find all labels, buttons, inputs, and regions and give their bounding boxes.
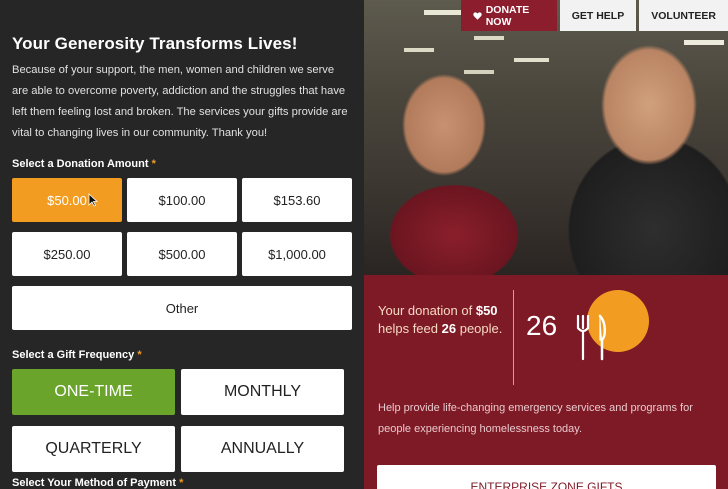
donate-now-button[interactable]: DONATE NOW — [460, 0, 557, 31]
help-description: Help provide life-changing emergency ser… — [378, 402, 693, 435]
page-title: Your Generosity Transforms Lives! — [12, 34, 298, 53]
volunteer-link[interactable]: VOLUNTEER — [639, 0, 728, 31]
frequency-annually[interactable]: ANNUALLY — [181, 426, 344, 472]
amount-option-other[interactable]: Other — [12, 286, 352, 330]
amount-option-153-60[interactable]: $153.60 — [242, 178, 352, 222]
frequency-quarterly[interactable]: QUARTERLY — [12, 426, 175, 472]
fork-knife-icon — [576, 314, 606, 361]
gift-frequency-label: Select a Gift Frequency * — [12, 349, 142, 361]
get-help-link[interactable]: GET HELP — [559, 0, 637, 31]
mouse-cursor-icon — [88, 193, 98, 207]
amount-option-50[interactable]: $50.00 — [12, 178, 122, 222]
donation-amount-label: Select a Donation Amount * — [12, 158, 156, 170]
enterprise-zone-gifts-button[interactable]: ENTERPRISE ZONE GIFTS — [377, 465, 716, 489]
impact-divider — [513, 290, 514, 385]
amount-option-1000[interactable]: $1,000.00 — [242, 232, 352, 276]
intro-paragraph: Because of your support, the men, women … — [12, 64, 348, 139]
top-navigation: DONATE NOW GET HELP VOLUNTEER — [460, 0, 728, 31]
frequency-monthly[interactable]: MONTHLY — [181, 369, 344, 415]
meals-count: 26 — [526, 310, 558, 341]
impact-statement: Your donation of $50 helps feed 26 peopl… — [378, 303, 503, 336]
donation-form-panel: Your Generosity Transforms Lives! Becaus… — [0, 0, 364, 489]
impact-panel: DONATE NOW GET HELP VOLUNTEER Your donat… — [364, 0, 728, 489]
heart-icon — [473, 11, 482, 20]
amount-option-500[interactable]: $500.00 — [127, 232, 237, 276]
frequency-one-time[interactable]: ONE-TIME — [12, 369, 175, 415]
hero-photo — [364, 0, 728, 275]
amount-option-100[interactable]: $100.00 — [127, 178, 237, 222]
amount-option-250[interactable]: $250.00 — [12, 232, 122, 276]
payment-method-label: Select Your Method of Payment * — [12, 477, 184, 489]
